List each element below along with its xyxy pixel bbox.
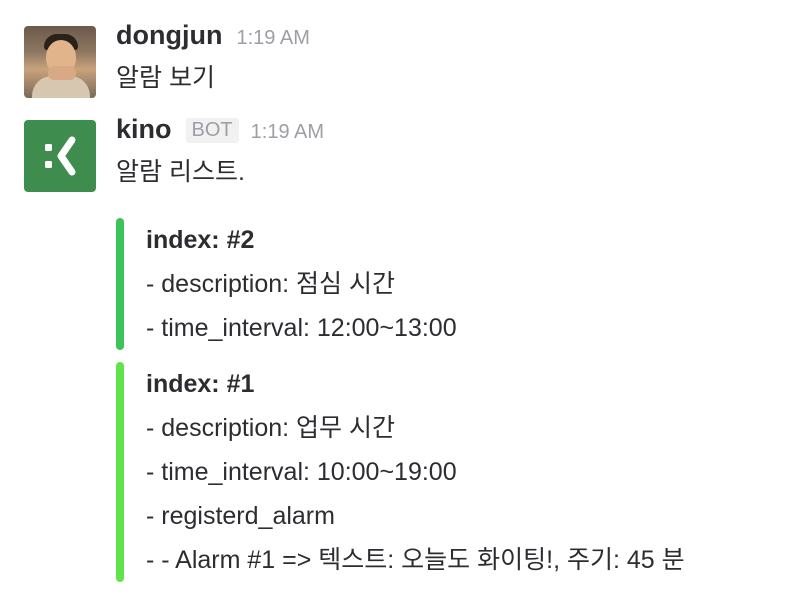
message-body: kino BOT 1:19 AM 알람 리스트.	[116, 114, 324, 190]
attachment-index-2: index: #2 - description: 점심 시간 - time_in…	[116, 218, 457, 350]
attachment-color-bar	[116, 362, 124, 582]
avatar-hands	[48, 66, 76, 80]
message-timestamp[interactable]: 1:19 AM	[251, 121, 324, 144]
user-avatar[interactable]	[24, 26, 96, 98]
attachment-line: - time_interval: 10:00~19:00	[146, 458, 457, 486]
message-text: 알람 보기	[116, 64, 215, 92]
attachment-line: - registerd_alarm	[146, 502, 335, 530]
attachment-index-1: index: #1 - description: 업무 시간 - time_in…	[116, 362, 685, 582]
attachment-title: index: #1	[146, 370, 255, 398]
attachment-line: - - Alarm #1 => 텍스트: 오늘도 화이팅!, 주기: 45 분	[146, 546, 685, 574]
message-text: 알람 리스트.	[116, 158, 245, 186]
bot-avatar[interactable]	[24, 120, 96, 192]
sender-name[interactable]: dongjun	[116, 20, 222, 51]
sender-name[interactable]: kino	[116, 114, 172, 145]
kino-logo-icon	[45, 136, 76, 176]
attachment-line: - description: 업무 시간	[146, 414, 396, 442]
attachment-color-bar	[116, 218, 124, 350]
attachment-line: - description: 점심 시간	[146, 270, 396, 298]
message-body: dongjun 1:19 AM 알람 보기	[116, 20, 310, 96]
attachment-line: - time_interval: 12:00~13:00	[146, 314, 457, 342]
message-timestamp[interactable]: 1:19 AM	[236, 27, 309, 50]
message-header: kino BOT 1:19 AM	[116, 114, 324, 154]
attachment-title: index: #2	[146, 226, 255, 254]
bot-badge: BOT	[185, 118, 239, 143]
message-header: dongjun 1:19 AM	[116, 20, 310, 60]
